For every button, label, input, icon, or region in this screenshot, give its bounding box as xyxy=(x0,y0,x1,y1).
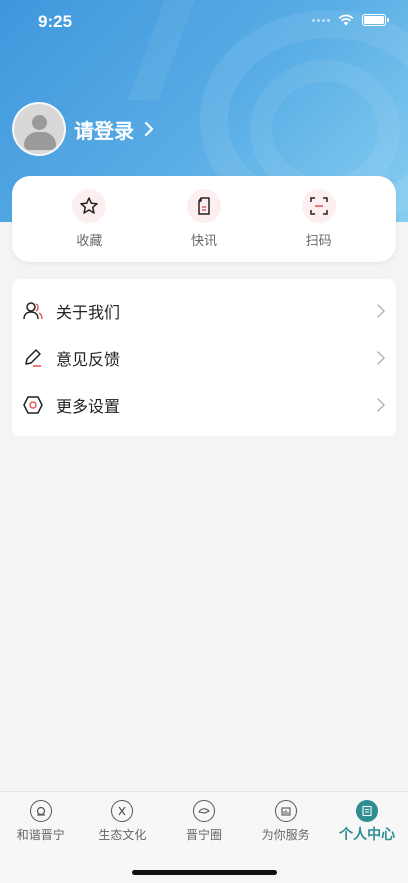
avatar[interactable] xyxy=(12,102,66,156)
ecology-icon xyxy=(111,800,134,822)
tab-label: 个人中心 xyxy=(339,826,396,842)
menu-item-more-settings[interactable]: 更多设置 xyxy=(12,381,396,428)
wifi-icon xyxy=(338,14,354,26)
star-icon xyxy=(72,189,107,223)
battery-icon xyxy=(362,14,389,26)
quick-actions-card: 收藏 快讯 扫码 xyxy=(12,176,396,262)
document-icon xyxy=(186,189,221,223)
tab-harmony-jinning[interactable]: 和谐晋宁 xyxy=(0,800,82,850)
quick-action-news-flash[interactable]: 快讯 xyxy=(159,189,249,249)
quick-action-scan[interactable]: 扫码 xyxy=(274,189,364,249)
home-indicator[interactable] xyxy=(132,870,277,875)
tab-personal-center[interactable]: 个人中心 xyxy=(326,800,408,850)
login-label[interactable]: 请登录 xyxy=(74,115,134,144)
menu-item-label: 关于我们 xyxy=(56,304,121,322)
service-icon xyxy=(274,800,297,822)
menu-item-label: 意见反馈 xyxy=(56,351,121,369)
chevron-right-icon xyxy=(377,303,386,318)
scan-icon xyxy=(301,189,336,223)
tab-jinning-circle[interactable]: 晋宁圈 xyxy=(163,800,245,850)
quick-action-label: 快讯 xyxy=(190,233,217,248)
tab-label: 生态文化 xyxy=(98,828,147,842)
profile-center-icon xyxy=(356,800,379,822)
quick-action-label: 扫码 xyxy=(305,233,332,248)
pencil-icon xyxy=(22,347,44,369)
bottom-tab-bar: 和谐晋宁 生态文化 晋宁圈 为你服务 个人中心 xyxy=(0,791,408,883)
cellular-signal-icon xyxy=(312,18,330,22)
menu-item-about-us[interactable]: 关于我们 xyxy=(12,287,396,334)
circle-community-icon xyxy=(192,800,215,822)
tab-ecology-culture[interactable]: 生态文化 xyxy=(82,800,164,850)
chevron-right-icon xyxy=(144,121,154,137)
users-icon xyxy=(22,300,44,322)
status-bar: 9:25 xyxy=(0,0,408,44)
login-entry[interactable]: 请登录 xyxy=(12,102,154,156)
tab-label: 为你服务 xyxy=(261,828,310,842)
chevron-right-icon xyxy=(377,397,386,412)
menu-item-feedback[interactable]: 意见反馈 xyxy=(12,334,396,381)
tab-label: 和谐晋宁 xyxy=(16,828,65,842)
chevron-right-icon xyxy=(377,350,386,365)
tab-label: 晋宁圈 xyxy=(185,828,222,842)
status-time: 9:25 xyxy=(38,12,73,31)
settings-menu: 关于我们 意见反馈 更多设置 xyxy=(12,279,396,436)
quick-action-favorites[interactable]: 收藏 xyxy=(44,189,134,249)
tab-service-for-you[interactable]: 为你服务 xyxy=(245,800,327,850)
menu-item-label: 更多设置 xyxy=(56,398,121,416)
harmony-icon xyxy=(29,800,52,822)
settings-hexagon-icon xyxy=(22,394,44,416)
quick-action-label: 收藏 xyxy=(76,233,103,248)
